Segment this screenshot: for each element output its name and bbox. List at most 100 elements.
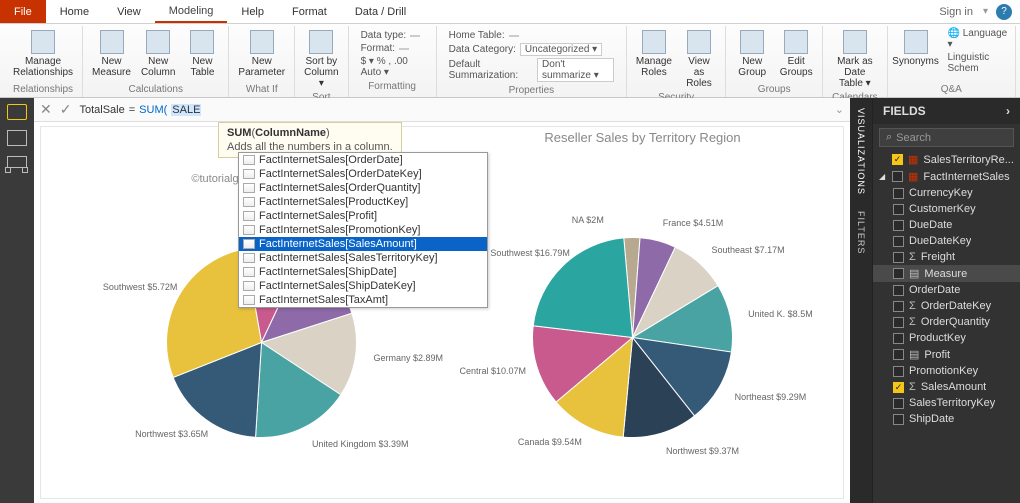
fields-field-row[interactable]: ▤Profit bbox=[873, 346, 1020, 363]
autocomplete-list[interactable]: FactInternetSales[OrderDate]FactInternet… bbox=[238, 152, 488, 308]
checkbox-icon[interactable] bbox=[893, 333, 904, 344]
ribbon-property-row[interactable]: Data Category:Uncategorized ▾ bbox=[449, 43, 614, 56]
fields-table-header[interactable]: ✓▦SalesTerritoryRe... bbox=[873, 151, 1020, 168]
fields-field-row[interactable]: ΣOrderQuantity bbox=[873, 314, 1020, 330]
file-menu[interactable]: File bbox=[0, 0, 46, 23]
table-icon: ▦ bbox=[908, 170, 918, 183]
tab-home[interactable]: Home bbox=[46, 2, 103, 22]
fields-field-row[interactable]: ShipDate bbox=[873, 411, 1020, 427]
checkbox-icon[interactable] bbox=[893, 204, 904, 215]
checkbox-icon[interactable] bbox=[893, 317, 904, 328]
fields-field-row[interactable]: SalesTerritoryKey bbox=[873, 395, 1020, 411]
formula-bar: ✕ ✓ TotalSale = SUM(SALE ⌄ bbox=[34, 98, 850, 122]
fields-field-row[interactable]: ΣFreight bbox=[873, 249, 1020, 265]
column-icon bbox=[243, 169, 255, 179]
checkbox-icon[interactable] bbox=[893, 252, 904, 263]
tab-format[interactable]: Format bbox=[278, 2, 341, 22]
autocomplete-item[interactable]: FactInternetSales[OrderQuantity] bbox=[239, 181, 487, 195]
ribbon-button[interactable]: Mark asDate Table ▾ bbox=[829, 28, 880, 91]
autocomplete-item[interactable]: FactInternetSales[ProductKey] bbox=[239, 195, 487, 209]
checkbox-icon[interactable] bbox=[893, 301, 904, 312]
sign-in-link[interactable]: Sign in bbox=[929, 2, 983, 22]
checkbox-icon[interactable] bbox=[893, 268, 904, 279]
tab-help[interactable]: Help bbox=[227, 2, 278, 22]
ribbon-button[interactable]: EditGroups bbox=[776, 28, 816, 83]
fields-field-row[interactable]: DueDateKey bbox=[873, 233, 1020, 249]
ribbon-group: ManageRelationshipsRelationships bbox=[4, 26, 83, 97]
checkbox-icon[interactable] bbox=[893, 349, 904, 360]
report-canvas: ✕ ✓ TotalSale = SUM(SALE ⌄ SUM(ColumnNam… bbox=[34, 98, 850, 503]
ribbon-property-row[interactable]: Format: bbox=[361, 43, 424, 54]
fields-field-row[interactable]: OrderDate bbox=[873, 282, 1020, 298]
checkbox-icon[interactable] bbox=[893, 398, 904, 409]
pie-slice[interactable] bbox=[533, 238, 632, 338]
fields-field-row[interactable]: CustomerKey bbox=[873, 201, 1020, 217]
autocomplete-item[interactable]: FactInternetSales[Profit] bbox=[239, 209, 487, 223]
checkbox-icon[interactable] bbox=[893, 236, 904, 247]
fields-field-row[interactable]: DueDate bbox=[873, 217, 1020, 233]
ribbon-extra-item[interactable]: Linguistic Schem bbox=[948, 52, 1010, 74]
autocomplete-item[interactable]: FactInternetSales[PromotionKey] bbox=[239, 223, 487, 237]
fields-field-row[interactable]: ✓ΣSalesAmount bbox=[873, 379, 1020, 395]
table-icon: ▦ bbox=[908, 153, 918, 166]
autocomplete-item[interactable]: FactInternetSales[SalesTerritoryKey] bbox=[239, 251, 487, 265]
ribbon-property-row[interactable]: Data type: bbox=[361, 30, 424, 41]
checkbox-icon[interactable]: ✓ bbox=[893, 382, 904, 393]
ribbon-button[interactable]: NewTable bbox=[182, 28, 222, 83]
fields-pane: FIELDS › ⌕ Search ✓▦SalesTerritoryRe...◢… bbox=[872, 98, 1020, 503]
ribbon-button[interactable]: View asRoles bbox=[679, 28, 719, 91]
data-view-icon[interactable] bbox=[7, 130, 27, 146]
report-view-icon[interactable] bbox=[7, 104, 27, 120]
ribbon-button[interactable]: NewParameter bbox=[235, 28, 288, 83]
formula-expand-icon[interactable]: ⌄ bbox=[835, 103, 844, 116]
formula-commit-icon[interactable]: ✓ bbox=[60, 101, 72, 118]
formula-input[interactable]: TotalSale = SUM(SALE bbox=[79, 104, 826, 116]
checkbox-icon[interactable] bbox=[893, 414, 904, 425]
tab-modeling[interactable]: Modeling bbox=[155, 1, 228, 23]
ribbon-button[interactable]: Synonyms bbox=[894, 28, 938, 83]
autocomplete-item[interactable]: FactInternetSales[OrderDateKey] bbox=[239, 167, 487, 181]
formula-cancel-icon[interactable]: ✕ bbox=[40, 101, 52, 118]
help-icon[interactable]: ? bbox=[996, 4, 1012, 20]
model-view-icon[interactable] bbox=[7, 156, 27, 168]
filters-pane-tab[interactable]: FILTERS bbox=[856, 207, 866, 258]
ribbon-group-label: Relationships bbox=[10, 83, 76, 95]
ribbon-button[interactable]: ManageRelationships bbox=[10, 28, 76, 83]
fields-field-row[interactable]: PromotionKey bbox=[873, 363, 1020, 379]
checkbox-icon[interactable] bbox=[893, 366, 904, 377]
tab-data-drill[interactable]: Data / Drill bbox=[341, 2, 420, 22]
fields-table-header[interactable]: ◢▦FactInternetSales bbox=[873, 168, 1020, 185]
ribbon-group: Sort byColumn ▾Sort bbox=[295, 26, 348, 97]
ribbon-button[interactable]: NewMeasure bbox=[89, 28, 134, 83]
fields-search-input[interactable]: ⌕ Search bbox=[879, 128, 1014, 147]
ribbon-button[interactable]: Sort byColumn ▾ bbox=[301, 28, 341, 91]
visualizations-pane-tab[interactable]: VISUALIZATIONS bbox=[856, 104, 866, 199]
checkbox-icon[interactable] bbox=[893, 188, 904, 199]
ribbon-extra-item[interactable]: 🌐 Language ▾ bbox=[948, 28, 1010, 50]
fields-field-row[interactable]: ProductKey bbox=[873, 330, 1020, 346]
autocomplete-item[interactable]: FactInternetSales[ShipDate] bbox=[239, 265, 487, 279]
autocomplete-item[interactable]: FactInternetSales[OrderDate] bbox=[239, 153, 487, 167]
ribbon-group: Home Table: Data Category:Uncategorized ▾… bbox=[437, 26, 627, 97]
ribbon-property-row[interactable]: Default Summarization:Don't summarize ▾ bbox=[449, 58, 614, 82]
ribbon-button[interactable]: NewGroup bbox=[732, 28, 772, 83]
tab-view[interactable]: View bbox=[103, 2, 155, 22]
ribbon-button[interactable]: NewColumn bbox=[138, 28, 178, 83]
checkbox-icon[interactable]: ✓ bbox=[892, 154, 903, 165]
fields-field-row[interactable]: ΣOrderDateKey bbox=[873, 298, 1020, 314]
ribbon-button-icon bbox=[784, 30, 808, 54]
ribbon-button[interactable]: ManageRoles bbox=[633, 28, 675, 91]
ribbon-property-row[interactable]: Home Table: bbox=[449, 30, 614, 41]
checkbox-icon[interactable] bbox=[893, 220, 904, 231]
fields-field-row[interactable]: ▤Measure bbox=[873, 265, 1020, 282]
checkbox-icon[interactable] bbox=[893, 285, 904, 296]
ribbon-property-row[interactable]: $ ▾ % , .00 Auto ▾ bbox=[361, 56, 424, 78]
menu-bar: File Home View Modeling Help Format Data… bbox=[0, 0, 1020, 24]
chart-reseller-sales[interactable]: Reseller Sales by Territory Region NA $2… bbox=[442, 127, 843, 498]
fields-pane-collapse-icon[interactable]: › bbox=[1006, 104, 1010, 118]
autocomplete-item[interactable]: FactInternetSales[SalesAmount] bbox=[239, 237, 487, 251]
autocomplete-item[interactable]: FactInternetSales[TaxAmt] bbox=[239, 293, 487, 307]
fields-field-row[interactable]: CurrencyKey bbox=[873, 185, 1020, 201]
autocomplete-item[interactable]: FactInternetSales[ShipDateKey] bbox=[239, 279, 487, 293]
checkbox-icon[interactable] bbox=[892, 171, 903, 182]
